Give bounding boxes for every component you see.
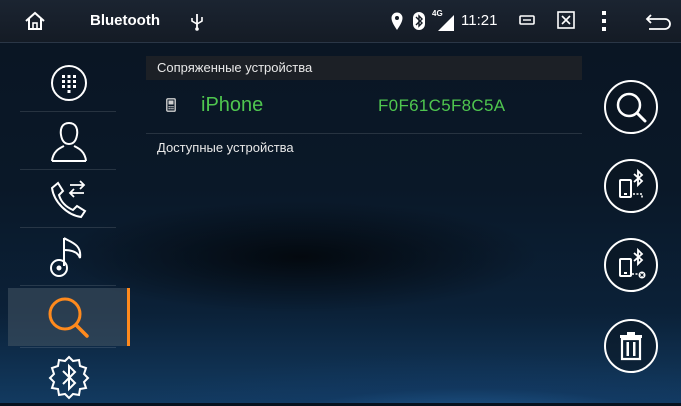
music-icon	[50, 237, 82, 277]
menu-icon[interactable]	[600, 10, 608, 32]
back-icon[interactable]	[645, 11, 671, 31]
trash-icon	[620, 332, 642, 361]
delete-device-button[interactable]	[604, 319, 658, 373]
phone-icon	[166, 98, 176, 112]
connect-device-button[interactable]	[604, 159, 658, 213]
paired-devices-header: Сопряженные устройства	[146, 56, 582, 80]
clock: 11:21	[461, 12, 498, 29]
search-icon	[48, 297, 89, 338]
disconnect-device-button[interactable]	[604, 238, 658, 292]
sidebar-divider	[20, 285, 116, 286]
device-name: iPhone	[201, 94, 264, 116]
device-address: F0F61C5F8C5A	[378, 96, 506, 115]
call-log-icon	[50, 180, 87, 219]
bluetooth-icon	[413, 12, 425, 30]
minimize-icon[interactable]	[519, 14, 535, 26]
available-devices-header: Доступные устройства	[157, 140, 294, 155]
home-icon[interactable]	[23, 9, 47, 33]
close-window-icon[interactable]	[557, 11, 575, 29]
phone-bluetooth-connect-icon	[619, 168, 644, 198]
dialpad-icon	[51, 65, 87, 101]
app-title: Bluetooth	[90, 12, 160, 29]
sidebar	[8, 54, 130, 403]
sidebar-item-search[interactable]	[8, 288, 130, 346]
sidebar-item-call-log[interactable]	[8, 170, 130, 228]
sidebar-item-contacts[interactable]	[8, 112, 130, 170]
search-devices-button[interactable]	[604, 80, 658, 134]
usb-icon	[191, 14, 203, 31]
signal-icon: 4G	[432, 9, 456, 31]
bluetooth-settings-icon	[48, 355, 90, 400]
location-icon	[391, 12, 403, 30]
paired-device-row[interactable]: iPhone F0F61C5F8C5A	[146, 80, 582, 134]
status-bar: Bluetooth 4G 11:21	[0, 0, 681, 43]
sidebar-item-dialpad[interactable]	[8, 54, 130, 112]
contact-icon	[51, 121, 87, 162]
sidebar-item-settings[interactable]	[8, 348, 130, 406]
phone-bluetooth-disconnect-icon	[619, 247, 646, 279]
sidebar-item-music[interactable]	[8, 228, 130, 286]
search-icon	[616, 92, 647, 123]
